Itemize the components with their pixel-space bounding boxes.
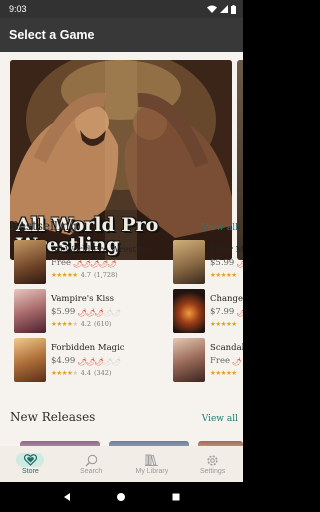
status-bar: 9:03 bbox=[0, 0, 243, 18]
page-title: Select a Game bbox=[9, 28, 95, 42]
game-cover bbox=[173, 240, 205, 284]
new-releases-view-all-link[interactable]: View all bbox=[202, 414, 238, 424]
spice-rating-icons: 🌶🌶🌶🌶🌶 bbox=[73, 258, 117, 268]
nav-store[interactable]: Store bbox=[0, 446, 61, 482]
nav-search-label: Search bbox=[80, 468, 103, 475]
nav-settings-label: Settings bbox=[199, 468, 226, 475]
bestselling-title: Bestselling bbox=[10, 219, 78, 233]
battery-icon bbox=[231, 4, 236, 14]
spice-rating-icons: 🌶🌶🌶🌶🌶 bbox=[77, 356, 121, 366]
game-title: Their Ma bbox=[210, 245, 243, 255]
game-cover bbox=[173, 338, 205, 382]
bottom-navigation: Store Search My Library Settings bbox=[0, 446, 243, 482]
spice-rating-icons: 🌶🌶🌶 bbox=[236, 258, 243, 268]
bestselling-header: Bestselling View all bbox=[10, 219, 238, 233]
star-rating-icons: ★★★★★ bbox=[210, 271, 237, 279]
signal-icon bbox=[220, 5, 228, 13]
rating-count: (1,728) bbox=[93, 271, 118, 279]
game-title: All-World Pro Wrestling bbox=[51, 245, 153, 255]
rating-value: 4.2 bbox=[80, 320, 91, 328]
game-item-forbidden-magic[interactable]: Forbidden Magic $4.99 🌶🌶🌶🌶🌶 ★★★★★ 4.4 (3… bbox=[14, 338, 125, 382]
game-title: Forbidden Magic bbox=[51, 343, 125, 353]
game-title: Changel bbox=[210, 294, 243, 304]
game-cover bbox=[14, 338, 46, 382]
game-title: Scandal bbox=[210, 343, 243, 353]
home-icon[interactable] bbox=[116, 492, 126, 502]
new-releases-title: New Releases bbox=[10, 410, 96, 424]
star-rating-icons: ★★★★★ bbox=[210, 320, 237, 328]
game-price: $5.99 bbox=[51, 307, 76, 317]
game-item-vampires-kiss[interactable]: Vampire's Kiss $5.99 🌶🌶🌶🌶🌶 ★★★★★ 4.2 (61… bbox=[14, 289, 121, 333]
rating-value: 4.7 bbox=[80, 271, 91, 279]
gear-icon bbox=[207, 454, 218, 466]
nav-search[interactable]: Search bbox=[61, 446, 122, 482]
recents-icon[interactable] bbox=[171, 492, 181, 502]
spice-rating-icons: 🌶🌶🌶 bbox=[236, 307, 243, 317]
star-rating-icons: ★★★★★ bbox=[51, 320, 78, 328]
game-item-all-world-pro-wrestling[interactable]: All-World Pro Wrestling Free 🌶🌶🌶🌶🌶 ★★★★★… bbox=[14, 240, 152, 284]
store-content[interactable]: All World Pro Wrestling Bestselling View… bbox=[0, 52, 243, 446]
game-price: Free bbox=[210, 356, 231, 366]
system-navigation-bar bbox=[0, 482, 243, 512]
app-bar: Select a Game bbox=[0, 18, 243, 52]
game-price: $5.99 bbox=[210, 258, 235, 268]
rating-count: (342) bbox=[93, 369, 112, 377]
heart-badge-icon bbox=[23, 454, 37, 466]
nav-my-library[interactable]: My Library bbox=[122, 446, 183, 482]
new-releases-header: New Releases View all bbox=[10, 410, 238, 424]
game-price: $4.99 bbox=[51, 356, 76, 366]
star-rating-icons: ★★★★★ bbox=[51, 271, 78, 279]
nav-settings[interactable]: Settings bbox=[182, 446, 243, 482]
game-price: Free bbox=[51, 258, 72, 268]
star-rating-icons: ★★★★★ bbox=[210, 369, 237, 377]
game-title: Vampire's Kiss bbox=[51, 294, 114, 304]
back-icon[interactable] bbox=[62, 492, 72, 502]
game-price: $7.99 bbox=[210, 307, 235, 317]
game-cover bbox=[14, 240, 46, 284]
status-time: 9:03 bbox=[9, 4, 27, 14]
game-item-changel[interactable]: Changel $7.99 🌶🌶🌶 ★★★★★ bbox=[173, 289, 243, 333]
nav-store-label: Store bbox=[22, 468, 39, 475]
game-cover bbox=[173, 289, 205, 333]
game-item-their-ma[interactable]: Their Ma $5.99 🌶🌶🌶 ★★★★★ bbox=[173, 240, 243, 284]
search-icon bbox=[85, 454, 97, 466]
spice-rating-icons: 🌶🌶🌶🌶🌶 bbox=[77, 307, 121, 317]
game-item-scandal[interactable]: Scandal Free 🌶 ★★★★★ bbox=[173, 338, 243, 382]
star-rating-icons: ★★★★★ bbox=[51, 369, 78, 377]
nav-my-library-label: My Library bbox=[135, 468, 169, 475]
rating-value: 4.4 bbox=[80, 369, 91, 377]
wifi-icon bbox=[207, 5, 217, 13]
spice-rating-icons: 🌶 bbox=[232, 356, 241, 366]
bestselling-view-all-link[interactable]: View all bbox=[202, 223, 238, 233]
rating-count: (610) bbox=[93, 320, 112, 328]
library-icon bbox=[145, 454, 159, 466]
game-cover bbox=[14, 289, 46, 333]
